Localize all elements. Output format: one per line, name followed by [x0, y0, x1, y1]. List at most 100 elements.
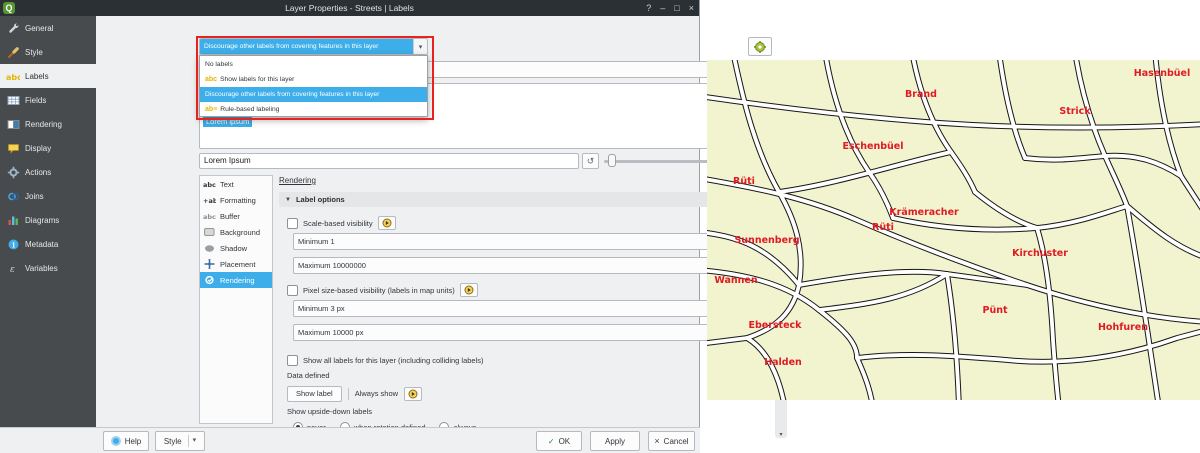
window-title: Layer Properties - Streets | Labels: [0, 3, 699, 13]
map-label: Eschenbüel: [842, 141, 903, 152]
dialog-footer: Help Style ▾ ✓ OK Apply × Cancel: [0, 427, 700, 453]
labeling-mode-value: Discourage other labels from covering fe…: [200, 39, 413, 54]
gear-icon: [6, 166, 20, 179]
sidebar-item-label: Style: [25, 48, 43, 57]
sidebar-item-actions[interactable]: Actions: [0, 160, 96, 184]
scroll-down-icon[interactable]: ▾: [775, 431, 787, 438]
info-icon: i: [6, 238, 20, 251]
sidebar-item-joins[interactable]: Joins: [0, 184, 96, 208]
show-all-labels-checkbox[interactable]: [287, 355, 298, 366]
sidebar-item-general[interactable]: General: [0, 16, 96, 40]
sidebar-item-label: Metadata: [25, 240, 58, 249]
tab-background[interactable]: Background: [200, 224, 272, 240]
dropdown-option-no-labels[interactable]: No labels: [200, 57, 427, 72]
placement-settings-icon: [753, 40, 767, 54]
sidebar-item-label: Rendering: [25, 120, 62, 129]
sidebar-item-variables[interactable]: ε Variables: [0, 256, 96, 280]
sidebar-item-diagrams[interactable]: Diagrams: [0, 208, 96, 232]
style-menu-button[interactable]: Style ▾: [155, 431, 205, 451]
sidebar-item-fields[interactable]: Fields: [0, 88, 96, 112]
show-all-labels-row: Show all labels for this layer (includin…: [287, 355, 484, 366]
slider-handle[interactable]: [608, 154, 616, 167]
map-label: Hohfuren: [1098, 322, 1148, 333]
sidebar-item-display[interactable]: Display: [0, 136, 96, 160]
minimum-scale-spinbox[interactable]: Minimum 1 ▴▾: [293, 233, 739, 250]
map-label: Sunnenberg: [734, 235, 799, 246]
help-window-button[interactable]: ?: [646, 3, 651, 13]
abc-labels-icon: abc: [205, 76, 217, 83]
sidebar-item-label: Diagrams: [25, 216, 59, 225]
data-defined-icon: [407, 388, 419, 400]
automated-placement-button[interactable]: [748, 37, 772, 56]
minimum-pixel-spinbox[interactable]: Minimum 3 px ▴▾: [293, 300, 739, 317]
rendering-icon: [203, 274, 216, 286]
tab-buffer[interactable]: abc Buffer: [200, 208, 272, 224]
help-button[interactable]: Help: [103, 431, 149, 451]
maximize-button[interactable]: □: [674, 3, 679, 13]
sidebar-item-label: Display: [25, 144, 51, 153]
dropdown-option-rule-based[interactable]: ab≡ Rule-based labeling: [200, 102, 427, 117]
preview-text-field[interactable]: Lorem Ipsum: [199, 153, 579, 169]
apply-button[interactable]: Apply: [590, 431, 640, 451]
data-defined-icon: [463, 284, 475, 296]
data-defined-override-button[interactable]: [378, 216, 396, 230]
dropdown-option-show-labels[interactable]: abc Show labels for this layer: [200, 72, 427, 87]
pixel-visibility-row: Pixel size-based visibility (labels in m…: [287, 283, 478, 297]
background-icon: [203, 226, 216, 238]
bar-chart-icon: [6, 214, 20, 227]
scale-visibility-row: Scale-based visibility: [287, 216, 396, 230]
screen: Q Layer Properties - Streets | Labels ? …: [0, 0, 1200, 453]
chevron-down-icon[interactable]: ▾: [413, 39, 427, 54]
dropdown-option-discourage[interactable]: Discourage other labels from covering fe…: [200, 87, 427, 102]
scale-visibility-checkbox[interactable]: [287, 218, 298, 229]
close-icon: ×: [654, 436, 659, 446]
titlebar[interactable]: Q Layer Properties - Streets | Labels ? …: [0, 0, 699, 16]
tab-placement[interactable]: Placement: [200, 256, 272, 272]
sidebar-item-label: Actions: [25, 168, 51, 177]
panel-title: Rendering: [279, 176, 316, 185]
close-button[interactable]: ×: [689, 3, 694, 13]
data-defined-override-button[interactable]: [404, 387, 422, 401]
show-label-button[interactable]: Show label: [287, 386, 342, 402]
labeling-mode-combobox[interactable]: Discourage other labels from covering fe…: [199, 38, 428, 55]
tab-rendering[interactable]: Rendering: [200, 272, 272, 288]
wrench-icon: [6, 22, 20, 35]
tab-shadow[interactable]: Shadow: [200, 240, 272, 256]
reset-preview-button[interactable]: ↺: [582, 153, 599, 169]
tab-formatting[interactable]: +ab Formatting: [200, 192, 272, 208]
maximum-scale-spinbox[interactable]: Maximum 10000000 ▴▾: [293, 257, 739, 274]
sidebar-item-label: Fields: [25, 96, 46, 105]
data-defined-override-button[interactable]: [460, 283, 478, 297]
ok-button[interactable]: ✓ OK: [536, 431, 582, 451]
speech-bubble-icon: [6, 142, 20, 155]
map-label: Wannen: [714, 275, 758, 286]
sidebar-item-labels[interactable]: abc Labels: [0, 64, 96, 88]
minimize-button[interactable]: –: [660, 3, 665, 13]
label-settings-tabs: abc Text +ab Formatting abc Buffer Backg…: [199, 175, 273, 424]
map-label: Ebersteck: [748, 320, 802, 331]
layer-properties-dialog: Q Layer Properties - Streets | Labels ? …: [0, 0, 700, 453]
collapse-arrow-icon[interactable]: ▼: [285, 197, 291, 203]
reset-icon: ↺: [587, 156, 595, 167]
tab-text[interactable]: abc Text: [200, 176, 272, 192]
qgis-icon: Q: [3, 2, 15, 14]
buffer-icon: abc: [203, 210, 216, 222]
placement-icon: [203, 258, 216, 270]
show-label-row: Show label Always show: [287, 385, 422, 402]
check-icon: ✓: [548, 437, 555, 446]
map-canvas[interactable]: HasenbüelBrandStrickEschenbüelRütiKrämer…: [707, 60, 1200, 400]
maximum-pixel-spinbox[interactable]: Maximum 10000 px ▴▾: [293, 324, 739, 341]
pixel-visibility-checkbox[interactable]: [287, 285, 298, 296]
sidebar-item-label: General: [25, 24, 53, 33]
map-label: Brand: [905, 89, 937, 100]
label-options-group[interactable]: ▼ Label options: [279, 192, 771, 207]
text-icon: abc: [203, 178, 216, 190]
labels-page: Discourage other labels from covering fe…: [96, 16, 700, 427]
sidebar-item-label: Joins: [25, 192, 44, 201]
sidebar-item-style[interactable]: Style: [0, 40, 96, 64]
sidebar-item-rendering[interactable]: Rendering: [0, 112, 96, 136]
cancel-button[interactable]: × Cancel: [648, 431, 695, 451]
always-show-label: Always show: [355, 389, 398, 398]
sidebar-item-metadata[interactable]: i Metadata: [0, 232, 96, 256]
divider: [348, 388, 349, 400]
